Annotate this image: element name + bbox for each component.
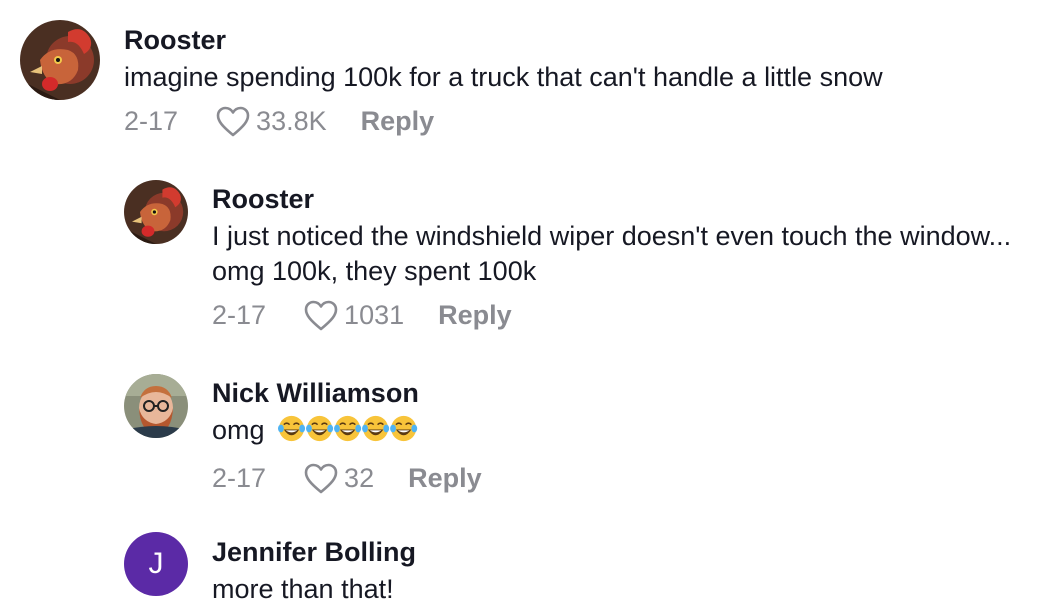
reply-button[interactable]: Reply <box>408 462 482 494</box>
like-count: 33.8K <box>256 106 327 136</box>
heart-icon <box>304 463 338 493</box>
like-count: 32 <box>344 463 375 493</box>
tears-of-joy-emoji-row-icon <box>278 415 419 442</box>
avatar-initial: J <box>148 547 164 580</box>
comment-meta: 2-17 33.8K Reply <box>124 105 1024 137</box>
heart-icon <box>216 106 250 136</box>
comment-username[interactable]: Nick Williamson <box>212 377 1012 409</box>
comment-text: imagine spending 100k for a truck that c… <box>124 62 883 92</box>
comment-meta: 2-17 32 Reply <box>212 462 1012 494</box>
like-count: 1031 <box>344 300 405 330</box>
rooster-avatar-icon[interactable] <box>20 20 100 100</box>
comment-username[interactable]: Rooster <box>124 24 1024 56</box>
initial-avatar-icon[interactable]: J <box>124 532 188 596</box>
comment-username[interactable]: Rooster <box>212 183 1012 215</box>
comment-date: 2-17 <box>212 463 267 493</box>
laughing-crying-emoji-icon <box>278 414 423 452</box>
comment-text: I just noticed the windshield wiper does… <box>212 221 1012 286</box>
like-button[interactable]: 1031 <box>304 299 404 331</box>
comment-date: 2-17 <box>212 300 267 330</box>
reply-button[interactable]: Reply <box>438 299 512 331</box>
comment-text: more than that! <box>212 574 394 604</box>
comment-date: 2-17 <box>124 106 179 136</box>
comment-text-content: omg <box>212 415 265 445</box>
reply-button[interactable]: Reply <box>361 105 435 137</box>
like-button[interactable]: 32 <box>304 462 374 494</box>
comment-meta: 2-17 1031 Reply <box>212 299 1012 331</box>
rooster-avatar-icon[interactable] <box>124 180 188 244</box>
comment-username[interactable]: Jennifer Bolling <box>212 536 1012 568</box>
comment-text: omg <box>212 413 1012 452</box>
like-button[interactable]: 33.8K <box>216 105 327 137</box>
man-with-glasses-avatar-icon[interactable] <box>124 374 188 438</box>
heart-icon <box>304 300 338 330</box>
